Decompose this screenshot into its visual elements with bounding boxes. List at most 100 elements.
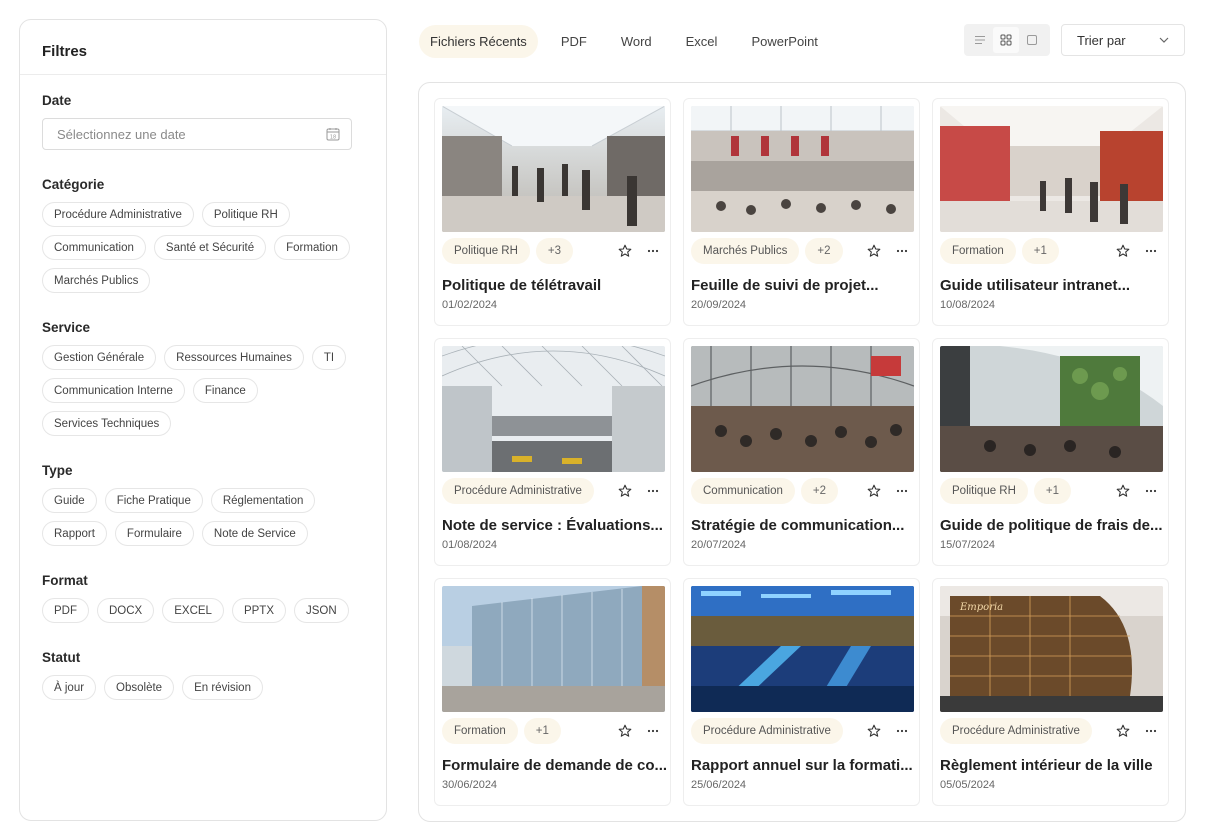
document-title[interactable]: Rapport annuel sur la formati... — [691, 757, 917, 774]
category-tag[interactable]: Politique RH — [940, 478, 1028, 504]
more-tags-badge[interactable]: +3 — [535, 238, 574, 264]
document-thumbnail[interactable] — [940, 106, 1163, 232]
document-thumbnail[interactable] — [691, 106, 914, 232]
more-tags-badge[interactable]: +2 — [800, 478, 839, 504]
service-chip-ressources-humaines[interactable]: Ressources Humaines — [164, 345, 304, 370]
star-icon[interactable] — [618, 484, 632, 498]
tab-excel[interactable]: Excel — [675, 25, 729, 58]
service-chip-gestion-generale[interactable]: Gestion Générale — [42, 345, 157, 370]
card-actions — [1116, 244, 1163, 258]
star-icon[interactable] — [1116, 244, 1130, 258]
document-card[interactable]: Emporia Procédure Administrative Règlement… — [932, 578, 1169, 806]
more-tags-badge[interactable]: +1 — [523, 718, 561, 744]
more-options-icon[interactable] — [895, 724, 909, 738]
category-chip-sante-et-securite[interactable]: Santé et Sécurité — [153, 235, 267, 260]
document-card[interactable]: Politique RH +3 Politique de télétravail 01… — [434, 98, 671, 326]
more-options-icon[interactable] — [895, 244, 909, 258]
star-icon[interactable] — [618, 724, 632, 738]
format-chip-pdf[interactable]: PDF — [42, 598, 89, 623]
category-chip-procedure-administrative[interactable]: Procédure Administrative — [42, 202, 194, 227]
document-title[interactable]: Stratégie de communication... — [691, 517, 917, 534]
document-card[interactable]: Politique RH +1 Guide de politique de frai… — [932, 338, 1169, 566]
document-thumbnail[interactable] — [691, 346, 914, 472]
category-chip-communication[interactable]: Communication — [42, 235, 146, 260]
document-thumbnail[interactable] — [442, 106, 665, 232]
document-card[interactable]: Procédure Administrative Rapport annuel s… — [683, 578, 920, 806]
more-options-icon[interactable] — [1144, 724, 1158, 738]
service-chip-ti[interactable]: TI — [311, 345, 347, 370]
category-chip-politique-rh[interactable]: Politique RH — [201, 202, 290, 227]
document-thumbnail[interactable] — [691, 586, 914, 712]
date-picker-input[interactable]: Sélectionnez une date 18 — [42, 118, 352, 150]
service-chip-communication-interne[interactable]: Communication Interne — [42, 378, 185, 403]
type-chip-guide[interactable]: Guide — [42, 488, 97, 513]
grid-view-button[interactable] — [993, 27, 1019, 53]
sort-dropdown[interactable]: Trier par — [1061, 24, 1185, 56]
document-title[interactable]: Politique de télétravail — [442, 277, 668, 294]
category-chip-marches-publics[interactable]: Marchés Publics — [42, 268, 151, 293]
category-chip-formation[interactable]: Formation — [274, 235, 350, 260]
document-thumbnail[interactable] — [442, 346, 665, 472]
document-card[interactable]: Formation +1 Guide utilisateur intranet...… — [932, 98, 1169, 326]
document-title[interactable]: Note de service : Évaluations... — [442, 517, 668, 534]
category-tag[interactable]: Procédure Administrative — [691, 718, 843, 744]
document-thumbnail[interactable]: Emporia — [940, 586, 1163, 712]
document-card[interactable]: Formation +1 Formulaire de demande de co..… — [434, 578, 671, 806]
category-chips: Procédure Administrative Politique RH Comm… — [42, 202, 362, 293]
star-icon[interactable] — [1116, 724, 1130, 738]
star-icon[interactable] — [1116, 484, 1130, 498]
card-meta: Procédure Administrative — [940, 718, 1163, 744]
document-title[interactable]: Guide utilisateur intranet... — [940, 277, 1166, 294]
type-chip-note-de-service[interactable]: Note de Service — [201, 521, 308, 546]
document-card[interactable]: Procédure Administrative Note de service … — [434, 338, 671, 566]
document-thumbnail[interactable] — [940, 346, 1163, 472]
more-tags-badge[interactable]: +1 — [1021, 238, 1059, 264]
category-tag[interactable]: Procédure Administrative — [442, 478, 594, 504]
more-options-icon[interactable] — [895, 484, 909, 498]
type-chip-formulaire[interactable]: Formulaire — [114, 521, 194, 546]
document-thumbnail[interactable] — [442, 586, 665, 712]
service-chip-finance[interactable]: Finance — [192, 378, 258, 403]
type-chip-fiche-pratique[interactable]: Fiche Pratique — [104, 488, 203, 513]
category-tag[interactable]: Procédure Administrative — [940, 718, 1092, 744]
document-title[interactable]: Formulaire de demande de co... — [442, 757, 668, 774]
document-card[interactable]: Marchés Publics +2 Feuille de suivi de pro… — [683, 98, 920, 326]
type-chip-reglementation[interactable]: Réglementation — [210, 488, 316, 513]
category-tag[interactable]: Formation — [442, 718, 518, 744]
more-options-icon[interactable] — [646, 244, 660, 258]
star-icon[interactable] — [867, 484, 881, 498]
star-icon[interactable] — [618, 244, 632, 258]
more-options-icon[interactable] — [1144, 484, 1158, 498]
star-icon[interactable] — [867, 724, 881, 738]
list-view-button[interactable] — [967, 27, 993, 53]
star-icon[interactable] — [867, 244, 881, 258]
format-chip-excel[interactable]: EXCEL — [162, 598, 224, 623]
format-chip-docx[interactable]: DOCX — [97, 598, 155, 623]
more-options-icon[interactable] — [646, 724, 660, 738]
tab-pdf[interactable]: PDF — [550, 25, 598, 58]
format-chip-pptx[interactable]: PPTX — [231, 598, 286, 623]
service-chip-services-techniques[interactable]: Services Techniques — [42, 411, 172, 436]
document-card[interactable]: Communication +2 Stratégie de communicatio… — [683, 338, 920, 566]
category-tag[interactable]: Politique RH — [442, 238, 530, 264]
type-chip-rapport[interactable]: Rapport — [42, 521, 107, 546]
category-tag[interactable]: Communication — [691, 478, 795, 504]
format-chip-json[interactable]: JSON — [294, 598, 349, 623]
tab-powerpoint[interactable]: PowerPoint — [740, 25, 828, 58]
more-options-icon[interactable] — [646, 484, 660, 498]
document-title[interactable]: Règlement intérieur de la ville — [940, 757, 1166, 774]
calendar-icon[interactable]: 18 — [326, 127, 340, 141]
status-chip-a-jour[interactable]: À jour — [42, 675, 97, 700]
category-tag[interactable]: Formation — [940, 238, 1016, 264]
tab-word[interactable]: Word — [610, 25, 663, 58]
status-chip-en-revision[interactable]: En révision — [182, 675, 263, 700]
more-tags-badge[interactable]: +2 — [805, 238, 843, 264]
status-chip-obsolete[interactable]: Obsolète — [104, 675, 175, 700]
tab-fichiers-recents[interactable]: Fichiers Récents — [419, 24, 538, 58]
single-view-button[interactable] — [1019, 27, 1045, 53]
more-options-icon[interactable] — [1144, 244, 1158, 258]
document-title[interactable]: Feuille de suivi de projet... — [691, 277, 917, 294]
category-tag[interactable]: Marchés Publics — [691, 238, 800, 264]
document-title[interactable]: Guide de politique de frais de... — [940, 517, 1166, 534]
more-tags-badge[interactable]: +1 — [1033, 478, 1072, 504]
